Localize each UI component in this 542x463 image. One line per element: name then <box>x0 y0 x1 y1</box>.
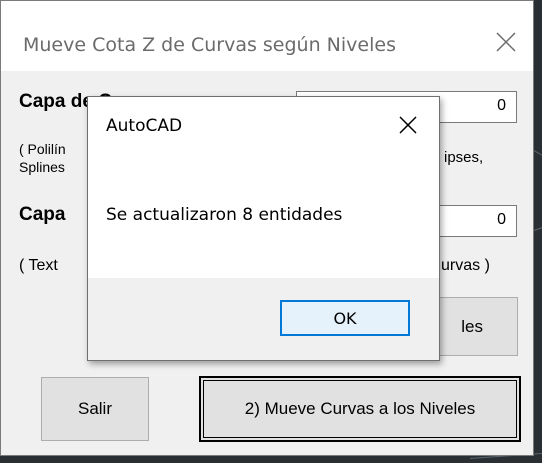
step1-button-label: les <box>461 316 483 336</box>
exit-button-label: Salir <box>77 399 112 418</box>
curves-hint-text: ( Polilín <box>19 141 66 157</box>
cad-background-line <box>534 223 542 231</box>
move-curves-button[interactable]: 2) Mueve Curvas a los Niveles <box>199 376 521 442</box>
close-icon[interactable] <box>493 29 519 55</box>
ok-button[interactable]: OK <box>280 300 410 336</box>
close-icon[interactable] <box>397 114 419 136</box>
curves-hint-text-right: ipses, <box>444 149 484 166</box>
levels-hint-text: ( Text <box>19 257 58 274</box>
message-text: Se actualizaron 8 entidades <box>106 205 343 225</box>
exit-button[interactable]: Salir <box>41 377 149 441</box>
curves-hint-text-line2: Splines <box>19 159 65 175</box>
message-box: AutoCAD Se actualizaron 8 entidades OK <box>87 96 440 361</box>
levels-hint-text-right: urvas ) <box>441 257 490 274</box>
cad-background-line <box>533 150 542 161</box>
message-box-title: AutoCAD <box>106 116 183 136</box>
dialog-title: Mueve Cota Z de Curvas según Niveles <box>23 34 396 56</box>
message-box-content: AutoCAD Se actualizaron 8 entidades <box>88 97 439 278</box>
ok-button-label: OK <box>333 308 357 328</box>
layer-levels-label: Capa <box>19 204 66 225</box>
move-curves-button-label: 2) Mueve Curvas a los Niveles <box>244 399 476 418</box>
title-bar: Mueve Cota Z de Curvas según Niveles <box>1 1 533 71</box>
move-curves-button-focus: 2) Mueve Curvas a los Niveles <box>203 380 517 438</box>
